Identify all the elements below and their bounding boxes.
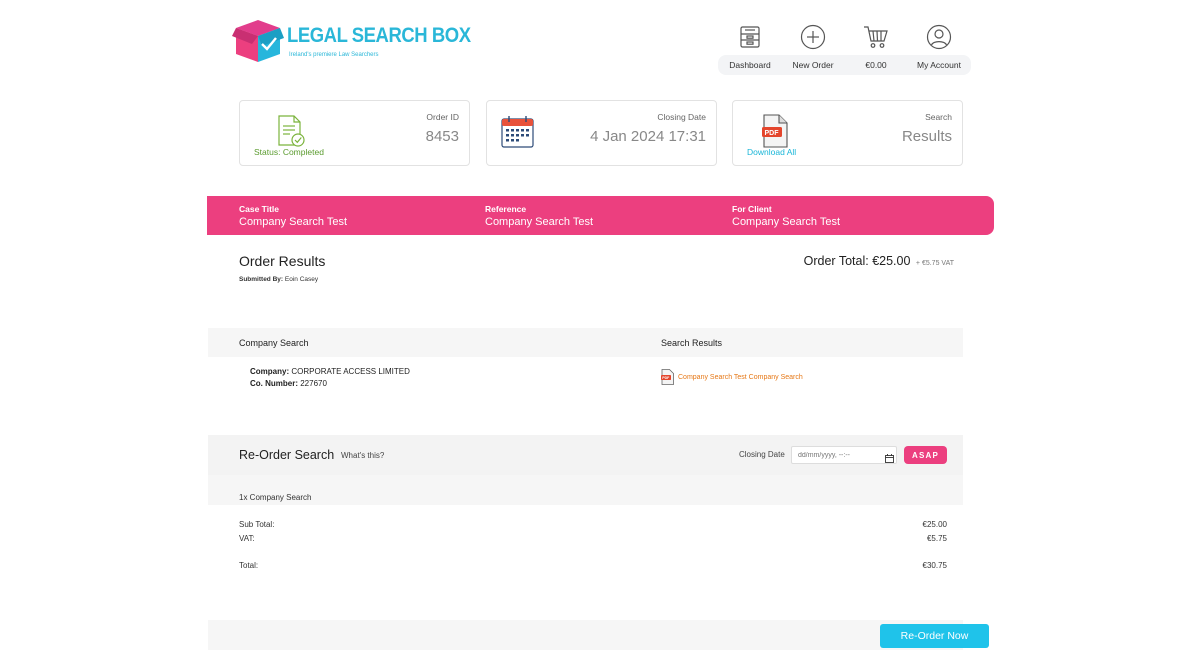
search-value: Results xyxy=(901,128,952,145)
search-result-link[interactable]: PDF Company Search Test Company Search xyxy=(661,369,803,385)
user-circle-icon xyxy=(908,22,970,52)
search-results-card: PDF Search Results Download All xyxy=(732,100,963,166)
nav-dashboard-label: Dashboard xyxy=(729,60,771,70)
order-total-value: €25.00 xyxy=(872,254,911,268)
status-badge: Status: Completed xyxy=(254,147,324,157)
company-number-value: 227670 xyxy=(300,379,327,388)
case-title-column: Case Title Company Search Test xyxy=(239,204,347,228)
for-client-label: For Client xyxy=(732,204,772,214)
case-title-label: Case Title xyxy=(239,204,280,214)
for-client-value: Company Search Test xyxy=(732,216,841,228)
nav-dashboard[interactable]: Dashboard xyxy=(719,22,781,70)
reorder-section: Re-Order Search What's this? Closing Dat… xyxy=(208,435,963,505)
plus-circle-icon xyxy=(782,22,844,52)
reorder-title: Re-Order Search xyxy=(239,448,335,462)
case-info-band: Case Title Company Search Test Reference… xyxy=(207,196,994,235)
order-id-value: 8453 xyxy=(425,128,459,145)
subtotal-value: €25.00 xyxy=(922,520,947,529)
company-number-line: Co. Number: 227670 xyxy=(250,378,410,390)
order-id-label: Order ID xyxy=(426,112,459,122)
brand-logo[interactable]: LEGAL SEARCH BOX Ireland's premiere Law … xyxy=(232,18,471,64)
box-logo-icon xyxy=(232,18,284,64)
reorder-line-item: 1x Company Search xyxy=(239,493,312,502)
shopping-cart-icon xyxy=(845,22,907,52)
footer-band xyxy=(208,620,963,650)
submitted-by-label: Submitted By: xyxy=(239,276,284,283)
order-vat-note: + €5.75 VAT xyxy=(915,260,954,267)
closing-date-card: Closing Date 4 Jan 2024 17:31 xyxy=(486,100,717,166)
nav-new-order-label: New Order xyxy=(792,60,834,70)
column-header-search-results: Search Results xyxy=(661,338,723,348)
total-label: Total: xyxy=(239,561,259,570)
company-label: Company: xyxy=(250,367,290,376)
top-nav: Dashboard New Order €0.00 My Account xyxy=(718,22,971,75)
page-title: Order Results xyxy=(239,253,326,269)
closing-date-label: Closing Date xyxy=(657,112,706,122)
asap-button[interactable]: ASAP xyxy=(904,446,947,464)
for-client-column: For Client Company Search Test xyxy=(732,204,840,228)
svg-text:PDF: PDF xyxy=(765,130,780,137)
subtotal-label: Sub Total: xyxy=(239,520,275,529)
submitted-by: Submitted By: Eoin Casey xyxy=(239,276,318,283)
closing-date-input[interactable] xyxy=(791,446,897,464)
vat-value: €5.75 xyxy=(926,534,947,543)
order-total: Order Total: €25.00 + €5.75 VAT xyxy=(804,254,954,268)
company-value: CORPORATE ACCESS LIMITED xyxy=(291,367,410,376)
company-line: Company: CORPORATE ACCESS LIMITED xyxy=(250,366,410,378)
calendar-icon xyxy=(501,115,534,153)
reorder-now-button[interactable]: Re-Order Now xyxy=(880,624,989,648)
total-value: €30.75 xyxy=(922,561,947,570)
nav-new-order[interactable]: New Order xyxy=(782,22,844,70)
results-table-header: Company Search Search Results xyxy=(208,328,963,357)
whats-this-link[interactable]: What's this? xyxy=(341,451,384,460)
inbox-tray-icon xyxy=(719,22,781,52)
company-number-label: Co. Number: xyxy=(250,379,298,388)
column-header-company-search: Company Search xyxy=(239,338,309,348)
table-row: Company: CORPORATE ACCESS LIMITED Co. Nu… xyxy=(250,366,410,390)
search-result-link-text: Company Search Test Company Search xyxy=(678,373,803,381)
pdf-file-icon: PDF xyxy=(661,369,674,385)
reference-value: Company Search Test xyxy=(485,216,594,228)
reference-column: Reference Company Search Test xyxy=(485,204,593,228)
nav-cart[interactable]: €0.00 xyxy=(845,22,907,70)
closing-date-value: 4 Jan 2024 17:31 xyxy=(590,128,706,145)
closing-date-field-label: Closing Date xyxy=(739,450,785,459)
case-title-value: Company Search Test xyxy=(239,216,348,228)
download-all-link[interactable]: Download All xyxy=(747,147,796,157)
submitted-by-name: Eoin Casey xyxy=(284,276,319,283)
brand-name: LEGAL SEARCH BOX xyxy=(287,24,471,47)
order-total-label: Order Total: xyxy=(803,254,869,268)
nav-my-account[interactable]: My Account xyxy=(908,22,970,70)
vat-label: VAT: xyxy=(239,534,255,543)
nav-cart-total: €0.00 xyxy=(865,60,887,70)
brand-tagline: Ireland's premiere Law Searchers xyxy=(289,52,379,58)
nav-my-account-label: My Account xyxy=(917,60,961,70)
reference-label: Reference xyxy=(485,204,527,214)
calendar-picker-icon[interactable] xyxy=(885,450,894,468)
svg-text:PDF: PDF xyxy=(662,376,670,380)
search-label: Search xyxy=(925,112,952,122)
order-id-card: Order ID 8453 Status: Completed xyxy=(239,100,470,166)
